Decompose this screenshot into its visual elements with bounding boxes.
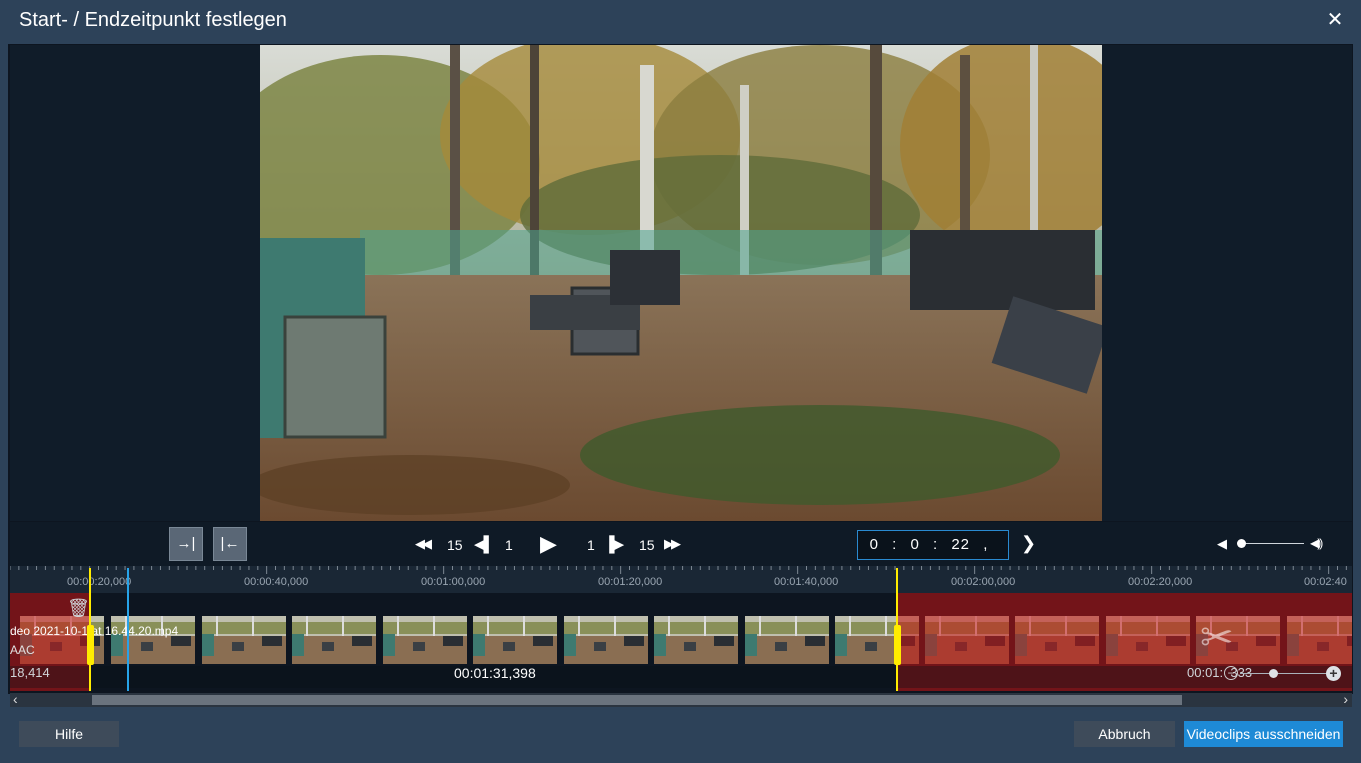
time-seconds: 22 — [951, 536, 971, 553]
next-icon[interactable]: ❯ — [1021, 533, 1036, 554]
play-icon[interactable]: ▶ — [540, 531, 557, 557]
step-back-icon[interactable]: ◀▌ — [474, 535, 494, 553]
playhead-ruler — [127, 568, 129, 593]
scroll-right-icon[interactable]: › — [1343, 691, 1348, 707]
ruler-tick-label: 00:01:40,000 — [774, 576, 839, 588]
clip-thumbnail — [292, 616, 376, 664]
clip-thumbnail — [202, 616, 286, 664]
start-marker-ruler — [89, 568, 91, 593]
selection-duration: 00:01:31,398 — [454, 665, 536, 681]
scrollbar-thumb[interactable] — [92, 695, 1182, 705]
dialog-title: Start- / Endzeitpunkt festlegen — [19, 9, 287, 31]
volume-icon[interactable]: ◀)) — [1310, 536, 1323, 550]
clip-thumbnail — [745, 616, 829, 664]
start-marker-handle[interactable] — [87, 625, 94, 665]
help-button[interactable]: Hilfe — [19, 721, 119, 747]
video-scene — [260, 45, 1102, 521]
set-end-button[interactable]: |← — [213, 527, 247, 561]
end-marker-ruler — [896, 568, 898, 593]
title-bar: Start- / Endzeitpunkt festlegen ✕ — [0, 0, 1361, 42]
ruler-tick-label: 00:02:00,000 — [951, 576, 1016, 588]
set-start-button[interactable]: →| — [169, 527, 203, 561]
cut-icon[interactable]: ✂ — [1200, 615, 1234, 661]
ruler-tick-label: 00:00:40,000 — [244, 576, 309, 588]
ruler-tick-label: 00:00:20,000 — [67, 576, 132, 588]
video-track[interactable]: 🗑 deo 2021-10-1 at 16.44.20.mp4 AAC 18,4… — [10, 593, 1352, 691]
timeline-scrollbar[interactable]: ‹ › — [10, 691, 1352, 707]
audio-codec: AAC — [10, 643, 35, 657]
zoom-out-icon[interactable]: − — [1224, 666, 1238, 680]
step-forward-count: 1 — [587, 537, 595, 553]
forward-step-label: 15 — [639, 537, 655, 553]
timeline-ruler[interactable]: 00:00:20,000 00:00:40,000 00:01:00,000 0… — [10, 566, 1352, 593]
ruler-tick-label: 00:02:40 — [1304, 576, 1347, 588]
time-separator: , — [983, 536, 989, 553]
step-back-count: 1 — [505, 537, 513, 553]
clip-thumbnail — [383, 616, 467, 664]
step-forward-icon[interactable]: ▐▶ — [604, 535, 624, 553]
cut-videoclips-button[interactable]: Videoclips ausschneiden — [1184, 721, 1343, 747]
ruler-tick-label: 00:02:20,000 — [1128, 576, 1193, 588]
rewind-step-label: 15 — [447, 537, 463, 553]
cancel-button[interactable]: Abbruch — [1074, 721, 1175, 747]
time-separator: : — [892, 536, 898, 553]
volume-slider-track[interactable] — [1240, 543, 1304, 544]
clip-thumbnail — [654, 616, 738, 664]
end-marker-handle[interactable] — [894, 625, 901, 665]
track-info-band — [10, 666, 1352, 688]
ruler-tick-label: 00:01:00,000 — [421, 576, 486, 588]
scroll-left-icon[interactable]: ‹ — [13, 691, 18, 707]
clip-name: deo 2021-10-1 at 16.44.20.mp4 — [10, 624, 179, 638]
clip-thumbnail — [564, 616, 648, 664]
playhead[interactable] — [127, 593, 129, 691]
close-icon[interactable]: ✕ — [1323, 8, 1347, 32]
zoom-slider-track[interactable] — [1240, 673, 1328, 674]
rewind-icon[interactable]: ◀◀ — [415, 536, 432, 552]
video-frame — [260, 45, 1102, 521]
clip-start-time: 18,414 — [10, 665, 50, 680]
zoom-in-icon[interactable]: + — [1326, 666, 1341, 681]
time-minutes: 0 — [910, 536, 920, 553]
fast-forward-icon[interactable]: ▶▶ — [664, 536, 681, 552]
time-input[interactable]: 0 : 0 : 22 , 674 — [857, 530, 1009, 581]
mute-icon[interactable]: ◀ — [1217, 536, 1227, 552]
ruler-tick-label: 00:01:20,000 — [598, 576, 663, 588]
delete-icon[interactable]: 🗑 — [67, 598, 90, 619]
time-hours: 0 — [869, 536, 879, 553]
time-separator: : — [933, 536, 939, 553]
clip-thumbnail — [473, 616, 557, 664]
zoom-slider-handle[interactable] — [1269, 669, 1278, 678]
playback-controls — [10, 522, 1352, 566]
volume-slider-handle[interactable] — [1237, 539, 1246, 548]
